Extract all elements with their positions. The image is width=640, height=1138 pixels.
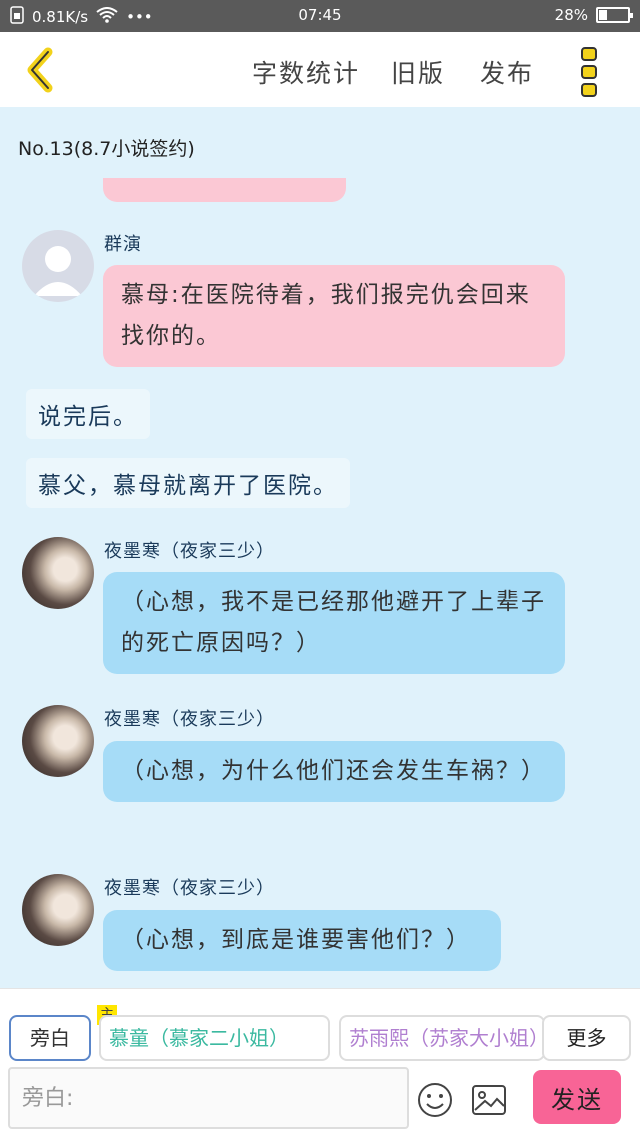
battery-percent: 28% [554, 6, 588, 24]
battery-level [599, 10, 607, 20]
image-button[interactable] [471, 1082, 507, 1118]
narration-text[interactable]: 慕父，慕母就离开了医院。 [26, 458, 350, 508]
word-count-button[interactable]: 字数统计 [252, 54, 360, 90]
back-button[interactable] [18, 46, 66, 94]
sender-name: 夜墨寒（夜家三少） [104, 878, 275, 899]
message-bubble-partial [103, 178, 346, 202]
smiley-icon [418, 1083, 452, 1117]
message-bubble[interactable]: （心想，我不是已经那他避开了上辈子的死亡原因吗？） [103, 572, 565, 674]
message-input[interactable] [10, 1069, 407, 1127]
image-icon [472, 1085, 506, 1115]
composer-panel: 旁白 主 慕童（慕家二小姐） 苏雨熙（苏家大小姐） 更多 发送 [0, 988, 640, 1138]
old-version-button[interactable]: 旧版 [391, 54, 445, 90]
battery-icon [596, 7, 633, 23]
narration-text[interactable]: 说完后。 [26, 389, 150, 439]
more-roles-button[interactable]: 更多 [542, 1015, 631, 1061]
three-dots-vertical-icon [581, 47, 597, 97]
message-input-box[interactable] [8, 1067, 409, 1129]
chat-area[interactable]: 群演 慕母:在医院待着，我们报完仇会回来找你的。 说完后。 慕父，慕母就离开了医… [0, 170, 640, 988]
role-button[interactable]: 慕童（慕家二小姐） [99, 1015, 330, 1061]
top-toolbar: 字数统计 旧版 发布 [0, 32, 640, 107]
send-button[interactable]: 发送 [533, 1070, 621, 1124]
role-button[interactable]: 苏雨熙（苏家大小姐） [339, 1015, 545, 1061]
message-bubble[interactable]: 慕母:在医院待着，我们报完仇会回来找你的。 [103, 265, 565, 367]
avatar[interactable] [22, 230, 94, 302]
clock: 07:45 [298, 6, 342, 24]
role-narrator-button[interactable]: 旁白 [9, 1015, 91, 1061]
document-title: No.13(8.7小说签约) [18, 138, 195, 160]
menu-button[interactable] [574, 44, 604, 100]
message-bubble[interactable]: （心想，为什么他们还会发生车祸？） [103, 741, 565, 802]
chevron-left-icon [27, 47, 53, 93]
avatar[interactable] [22, 874, 94, 946]
status-bar: 0.81K/s ••• 07:45 28% [0, 0, 640, 32]
publish-button[interactable]: 发布 [480, 54, 534, 90]
sender-name: 夜墨寒（夜家三少） [104, 541, 275, 562]
default-user-icon [34, 246, 82, 296]
sender-name: 群演 [104, 234, 142, 255]
avatar[interactable] [22, 705, 94, 777]
message-bubble[interactable]: （心想，到底是谁要害他们？） [103, 910, 501, 971]
avatar[interactable] [22, 537, 94, 609]
emoji-button[interactable] [417, 1082, 453, 1118]
sender-name: 夜墨寒（夜家三少） [104, 709, 275, 730]
